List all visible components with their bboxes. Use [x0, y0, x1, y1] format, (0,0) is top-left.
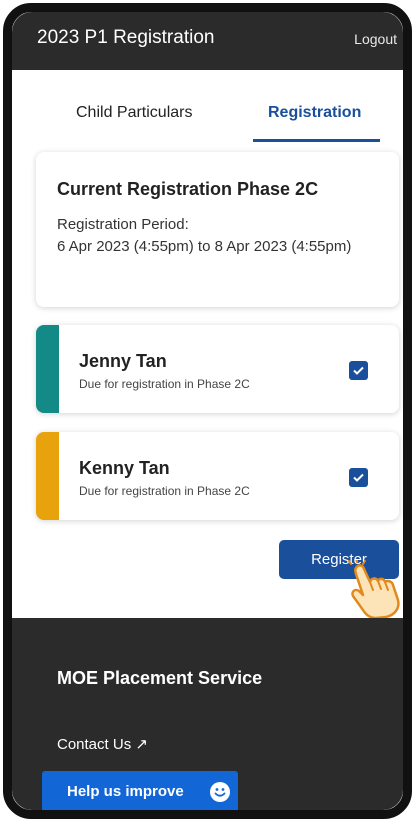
child-status: Due for registration in Phase 2C: [79, 377, 250, 391]
help-us-improve-button[interactable]: Help us improve: [42, 771, 238, 810]
tab-bar: Child Particulars Registration: [12, 70, 403, 148]
tab-registration[interactable]: Registration: [268, 104, 361, 122]
check-icon: [353, 473, 364, 482]
check-icon: [353, 366, 364, 375]
phase-title: Current Registration Phase 2C: [57, 179, 319, 199]
child-name: Jenny Tan: [79, 351, 167, 371]
help-button-label: Help us improve: [67, 783, 184, 800]
smiley-icon: [210, 782, 230, 802]
logout-link[interactable]: Logout: [354, 31, 397, 47]
phone-frame: 2023 P1 Registration Logout Child Partic…: [0, 0, 415, 822]
child-status: Due for registration in Phase 2C: [79, 484, 250, 498]
child-checkbox[interactable]: [349, 468, 368, 487]
footer-service-title: MOE Placement Service: [57, 668, 263, 688]
registration-phase-card: Current Registration Phase 2C Registrati…: [36, 152, 399, 307]
app-bar: 2023 P1 Registration Logout: [12, 12, 403, 70]
registration-period-dates: 6 Apr 2023 (4:55pm) to 8 Apr 2023 (4:55p…: [57, 238, 352, 255]
child-card-jenny[interactable]: Jenny Tan Due for registration in Phase …: [36, 325, 399, 413]
tab-child-particulars[interactable]: Child Particulars: [76, 104, 192, 122]
registration-period-label: Registration Period:: [57, 216, 189, 233]
child-card-kenny[interactable]: Kenny Tan Due for registration in Phase …: [36, 432, 399, 520]
pointing-hand-icon: [348, 560, 400, 620]
active-tab-indicator: [253, 139, 380, 142]
app-screen: 2023 P1 Registration Logout Child Partic…: [12, 12, 403, 810]
child-accent-bar: [36, 432, 59, 520]
child-checkbox[interactable]: [349, 361, 368, 380]
child-name: Kenny Tan: [79, 458, 170, 478]
contact-us-link[interactable]: Contact Us ↗: [57, 735, 148, 753]
app-title: 2023 P1 Registration: [37, 27, 215, 48]
child-accent-bar: [36, 325, 59, 413]
